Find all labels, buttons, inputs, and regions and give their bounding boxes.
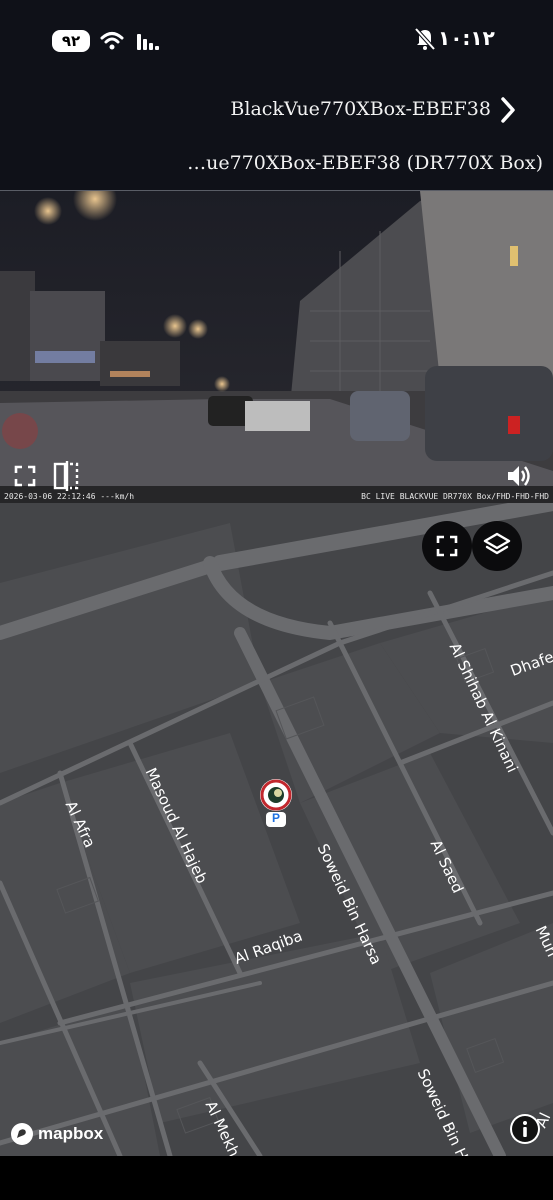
bottom-area bbox=[0, 1156, 553, 1200]
clock: ١٠:١٢ bbox=[438, 26, 495, 50]
signal-icon bbox=[137, 34, 159, 50]
device-title[interactable]: BlackVue770XBox-EBEF38 bbox=[230, 98, 491, 120]
dashcam-scene bbox=[0, 191, 553, 503]
map-view[interactable]: Al Afra Masoud Al Hajeb Al Raqiba Soweid… bbox=[0, 503, 553, 1156]
layers-icon bbox=[483, 532, 511, 555]
video-timestamp-overlay: 2026-03-06 22:12:46 ---km/h bbox=[4, 492, 135, 501]
map-info-button[interactable] bbox=[510, 1114, 540, 1144]
info-icon bbox=[512, 1116, 538, 1142]
volume-icon[interactable] bbox=[505, 463, 531, 489]
wifi-icon bbox=[100, 32, 124, 50]
live-video-feed[interactable] bbox=[0, 191, 553, 503]
map-layers-button[interactable] bbox=[472, 521, 522, 571]
split-view-icon[interactable] bbox=[52, 461, 80, 491]
battery-indicator: ٩٢ bbox=[52, 30, 90, 52]
mapbox-label: mapbox bbox=[38, 1124, 104, 1143]
fullscreen-icon bbox=[436, 535, 458, 557]
map-fullscreen-button[interactable] bbox=[422, 521, 472, 571]
device-header: BlackVue770XBox-EBEF38 …ue770XBox-EBEF38… bbox=[0, 80, 553, 191]
device-subtitle: …ue770XBox-EBEF38 (DR770X Box) bbox=[187, 152, 543, 174]
video-device-overlay: BC LIVE BLACKVUE DR770X Box/FHD-FHD-FHD bbox=[361, 492, 549, 501]
chevron-right-icon[interactable] bbox=[499, 96, 517, 124]
parking-label: P bbox=[271, 811, 280, 825]
fullscreen-icon[interactable] bbox=[12, 463, 38, 489]
mapbox-attribution[interactable]: mapbox bbox=[10, 1122, 103, 1146]
status-bar: ٩٢ ١٠:١٢ bbox=[0, 0, 553, 80]
mute-bell-icon bbox=[414, 27, 436, 51]
mapbox-logo-icon bbox=[11, 1123, 33, 1145]
